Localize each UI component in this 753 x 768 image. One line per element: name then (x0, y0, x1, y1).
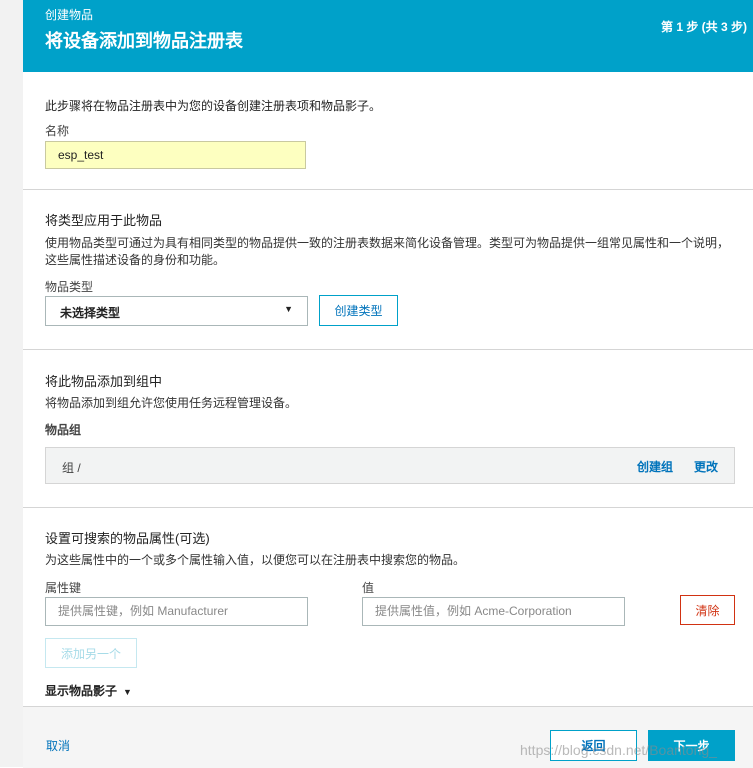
left-gutter (0, 0, 23, 767)
intro-text: 此步骤将在物品注册表中为您的设备创建注册表项和物品影子。 (45, 99, 382, 113)
caret-down-icon: ▼ (284, 304, 293, 314)
thing-type-label: 物品类型 (45, 280, 94, 294)
divider (23, 507, 753, 508)
thing-type-select[interactable]: 未选择类型 ▼ (45, 296, 308, 326)
change-group-link[interactable]: 更改 (694, 458, 718, 475)
clear-button[interactable]: 清除 (680, 595, 735, 625)
divider (23, 189, 753, 190)
group-section-title: 将此物品添加到组中 (45, 374, 163, 389)
thing-group-box: 组 / 创建组 更改 (45, 447, 735, 484)
attribute-value-input[interactable]: 提供属性值，例如 Acme-Corporation (362, 597, 625, 626)
wizard-footer: 取消 返回 下一步 https://blog.csdn.net/Boantong… (23, 706, 753, 768)
group-section-description: 将物品添加到组允许您使用任务远程管理设备。 (45, 396, 298, 410)
breadcrumb: 创建物品 (45, 8, 94, 22)
watermark: https://blog.csdn.net/Boantong_ (520, 742, 717, 758)
name-input[interactable]: esp_test (45, 141, 306, 169)
create-thing-panel: 创建物品 将设备添加到物品注册表 第 1 步 (共 3 步) 此步骤将在物品注册… (23, 0, 753, 768)
attribute-value-label: 值 (362, 581, 375, 595)
type-section-title: 将类型应用于此物品 (45, 213, 163, 228)
attribute-key-input[interactable]: 提供属性键，例如 Manufacturer (45, 597, 308, 626)
create-type-button[interactable]: 创建类型 (319, 295, 398, 326)
attribute-key-label: 属性键 (45, 581, 82, 595)
thing-type-selected-value: 未选择类型 (60, 306, 121, 320)
cancel-link[interactable]: 取消 (46, 737, 70, 754)
step-indicator: 第 1 步 (共 3 步) (661, 20, 748, 34)
type-section-description: 使用物品类型可通过为具有相同类型的物品提供一致的注册表数据来简化设备管理。类型可… (45, 236, 730, 267)
attributes-section-description: 为这些属性中的一个或多个属性输入值，以便您可以在注册表中搜索您的物品。 (45, 553, 466, 567)
thing-group-label: 物品组 (45, 423, 82, 437)
caret-down-icon: ▼ (123, 687, 132, 697)
show-thing-shadow-label: 显示物品影子 (45, 684, 118, 698)
attributes-section-title: 设置可搜索的物品属性(可选) (45, 531, 210, 546)
name-label: 名称 (45, 124, 70, 138)
show-thing-shadow-toggle[interactable]: 显示物品影子 ▼ (45, 682, 132, 699)
wizard-header: 创建物品 将设备添加到物品注册表 第 1 步 (共 3 步) (23, 0, 753, 72)
page-title: 将设备添加到物品注册表 (45, 31, 243, 51)
group-path: 组 / (62, 461, 81, 475)
create-group-link[interactable]: 创建组 (637, 458, 673, 475)
divider (23, 349, 753, 350)
add-another-button[interactable]: 添加另一个 (45, 638, 137, 668)
